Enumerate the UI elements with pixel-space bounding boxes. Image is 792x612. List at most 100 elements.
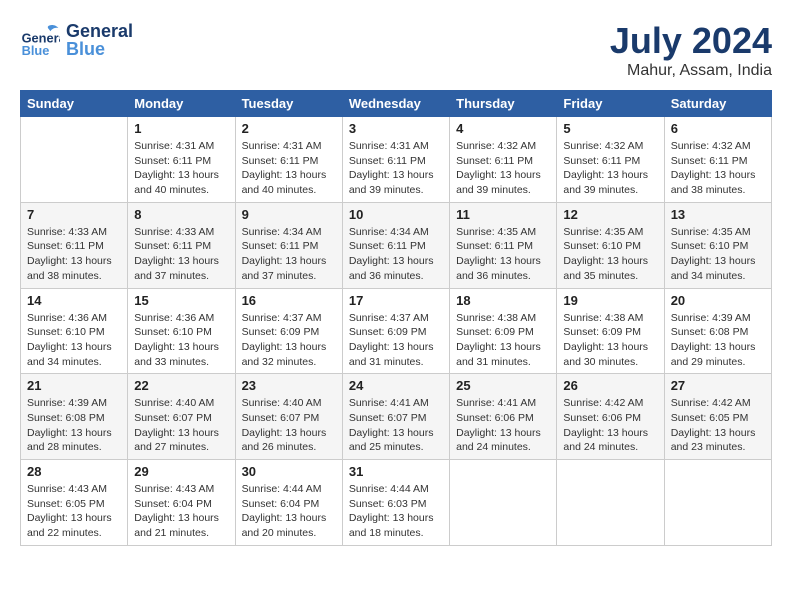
- day-info: Sunrise: 4:32 AM Sunset: 6:11 PM Dayligh…: [456, 139, 550, 198]
- day-info: Sunrise: 4:41 AM Sunset: 6:06 PM Dayligh…: [456, 396, 550, 455]
- calendar-cell: 4 Sunrise: 4:32 AM Sunset: 6:11 PM Daylig…: [450, 117, 557, 203]
- calendar-cell: 9 Sunrise: 4:34 AM Sunset: 6:11 PM Daylig…: [235, 202, 342, 288]
- day-number: 26: [563, 378, 657, 393]
- calendar-cell: 18 Sunrise: 4:38 AM Sunset: 6:09 PM Dayli…: [450, 288, 557, 374]
- logo-general: General: [66, 22, 133, 40]
- calendar-cell: 23 Sunrise: 4:40 AM Sunset: 6:07 PM Dayli…: [235, 374, 342, 460]
- day-number: 28: [27, 464, 121, 479]
- calendar-cell: 8 Sunrise: 4:33 AM Sunset: 6:11 PM Daylig…: [128, 202, 235, 288]
- day-number: 20: [671, 293, 765, 308]
- day-number: 29: [134, 464, 228, 479]
- calendar-cell: 22 Sunrise: 4:40 AM Sunset: 6:07 PM Dayli…: [128, 374, 235, 460]
- calendar-cell: [450, 460, 557, 546]
- calendar-week-3: 14Sunrise: 4:36 AM Sunset: 6:10 PM Dayli…: [21, 288, 772, 374]
- calendar-week-4: 21Sunrise: 4:39 AM Sunset: 6:08 PM Dayli…: [21, 374, 772, 460]
- day-info: Sunrise: 4:37 AM Sunset: 6:09 PM Dayligh…: [242, 311, 336, 370]
- day-info: Sunrise: 4:39 AM Sunset: 6:08 PM Dayligh…: [27, 396, 121, 455]
- calendar-cell: 30 Sunrise: 4:44 AM Sunset: 6:04 PM Dayli…: [235, 460, 342, 546]
- day-number: 14: [27, 293, 121, 308]
- day-header-tuesday: Tuesday: [235, 91, 342, 117]
- day-info: Sunrise: 4:40 AM Sunset: 6:07 PM Dayligh…: [242, 396, 336, 455]
- day-info: Sunrise: 4:38 AM Sunset: 6:09 PM Dayligh…: [563, 311, 657, 370]
- day-number: 10: [349, 207, 443, 222]
- logo-text: General Blue: [66, 22, 133, 58]
- day-header-wednesday: Wednesday: [342, 91, 449, 117]
- logo-blue: Blue: [66, 40, 133, 58]
- day-number: 18: [456, 293, 550, 308]
- day-info: Sunrise: 4:44 AM Sunset: 6:03 PM Dayligh…: [349, 482, 443, 541]
- calendar-cell: 2Sunrise: 4:31 AM Sunset: 6:11 PM Daylig…: [235, 117, 342, 203]
- day-number: 23: [242, 378, 336, 393]
- calendar-title: July 2024: [610, 20, 772, 62]
- day-number: 12: [563, 207, 657, 222]
- day-number: 25: [456, 378, 550, 393]
- calendar-cell: 10 Sunrise: 4:34 AM Sunset: 6:11 PM Dayli…: [342, 202, 449, 288]
- calendar-cell: 29 Sunrise: 4:43 AM Sunset: 6:04 PM Dayli…: [128, 460, 235, 546]
- calendar-cell: 11Sunrise: 4:35 AM Sunset: 6:11 PM Dayli…: [450, 202, 557, 288]
- day-info: Sunrise: 4:32 AM Sunset: 6:11 PM Dayligh…: [563, 139, 657, 198]
- calendar-cell: 13 Sunrise: 4:35 AM Sunset: 6:10 PM Dayli…: [664, 202, 771, 288]
- day-header-friday: Friday: [557, 91, 664, 117]
- page-header: General Blue General Blue July 2024 Mahu…: [20, 20, 772, 80]
- calendar-cell: 6 Sunrise: 4:32 AM Sunset: 6:11 PM Daylig…: [664, 117, 771, 203]
- day-info: Sunrise: 4:41 AM Sunset: 6:07 PM Dayligh…: [349, 396, 443, 455]
- day-info: Sunrise: 4:44 AM Sunset: 6:04 PM Dayligh…: [242, 482, 336, 541]
- calendar-cell: 12Sunrise: 4:35 AM Sunset: 6:10 PM Dayli…: [557, 202, 664, 288]
- calendar-week-1: 1Sunrise: 4:31 AM Sunset: 6:11 PM Daylig…: [21, 117, 772, 203]
- day-info: Sunrise: 4:42 AM Sunset: 6:05 PM Dayligh…: [671, 396, 765, 455]
- day-info: Sunrise: 4:34 AM Sunset: 6:11 PM Dayligh…: [242, 225, 336, 284]
- calendar-cell: 21Sunrise: 4:39 AM Sunset: 6:08 PM Dayli…: [21, 374, 128, 460]
- calendar-cell: 31 Sunrise: 4:44 AM Sunset: 6:03 PM Dayli…: [342, 460, 449, 546]
- day-number: 31: [349, 464, 443, 479]
- day-header-sunday: Sunday: [21, 91, 128, 117]
- day-number: 24: [349, 378, 443, 393]
- calendar-cell: 7 Sunrise: 4:33 AM Sunset: 6:11 PM Daylig…: [21, 202, 128, 288]
- day-number: 15: [134, 293, 228, 308]
- day-number: 4: [456, 121, 550, 136]
- calendar-cell: 28Sunrise: 4:43 AM Sunset: 6:05 PM Dayli…: [21, 460, 128, 546]
- svg-text:Blue: Blue: [22, 43, 50, 58]
- day-header-saturday: Saturday: [664, 91, 771, 117]
- day-number: 30: [242, 464, 336, 479]
- day-number: 19: [563, 293, 657, 308]
- day-info: Sunrise: 4:43 AM Sunset: 6:04 PM Dayligh…: [134, 482, 228, 541]
- day-info: Sunrise: 4:34 AM Sunset: 6:11 PM Dayligh…: [349, 225, 443, 284]
- calendar-cell: 14Sunrise: 4:36 AM Sunset: 6:10 PM Dayli…: [21, 288, 128, 374]
- calendar-cell: [664, 460, 771, 546]
- day-number: 27: [671, 378, 765, 393]
- day-number: 3: [349, 121, 443, 136]
- day-info: Sunrise: 4:42 AM Sunset: 6:06 PM Dayligh…: [563, 396, 657, 455]
- calendar-cell: 26 Sunrise: 4:42 AM Sunset: 6:06 PM Dayli…: [557, 374, 664, 460]
- calendar-week-2: 7 Sunrise: 4:33 AM Sunset: 6:11 PM Daylig…: [21, 202, 772, 288]
- day-number: 6: [671, 121, 765, 136]
- day-header-monday: Monday: [128, 91, 235, 117]
- day-info: Sunrise: 4:37 AM Sunset: 6:09 PM Dayligh…: [349, 311, 443, 370]
- calendar-cell: 3 Sunrise: 4:31 AM Sunset: 6:11 PM Daylig…: [342, 117, 449, 203]
- calendar-cell: 24 Sunrise: 4:41 AM Sunset: 6:07 PM Dayli…: [342, 374, 449, 460]
- calendar-cell: 16Sunrise: 4:37 AM Sunset: 6:09 PM Dayli…: [235, 288, 342, 374]
- day-info: Sunrise: 4:32 AM Sunset: 6:11 PM Dayligh…: [671, 139, 765, 198]
- day-number: 5: [563, 121, 657, 136]
- day-info: Sunrise: 4:33 AM Sunset: 6:11 PM Dayligh…: [27, 225, 121, 284]
- day-number: 22: [134, 378, 228, 393]
- calendar-cell: 20Sunrise: 4:39 AM Sunset: 6:08 PM Dayli…: [664, 288, 771, 374]
- day-number: 13: [671, 207, 765, 222]
- day-info: Sunrise: 4:31 AM Sunset: 6:11 PM Dayligh…: [242, 139, 336, 198]
- calendar-cell: 17Sunrise: 4:37 AM Sunset: 6:09 PM Dayli…: [342, 288, 449, 374]
- calendar-cell: [557, 460, 664, 546]
- day-info: Sunrise: 4:38 AM Sunset: 6:09 PM Dayligh…: [456, 311, 550, 370]
- day-info: Sunrise: 4:35 AM Sunset: 6:10 PM Dayligh…: [671, 225, 765, 284]
- logo-icon: General Blue: [20, 20, 60, 60]
- logo: General Blue General Blue: [20, 20, 133, 60]
- day-info: Sunrise: 4:33 AM Sunset: 6:11 PM Dayligh…: [134, 225, 228, 284]
- day-number: 7: [27, 207, 121, 222]
- calendar-table: SundayMondayTuesdayWednesdayThursdayFrid…: [20, 90, 772, 546]
- calendar-cell: 1Sunrise: 4:31 AM Sunset: 6:11 PM Daylig…: [128, 117, 235, 203]
- day-info: Sunrise: 4:40 AM Sunset: 6:07 PM Dayligh…: [134, 396, 228, 455]
- day-number: 11: [456, 207, 550, 222]
- calendar-week-5: 28Sunrise: 4:43 AM Sunset: 6:05 PM Dayli…: [21, 460, 772, 546]
- day-header-row: SundayMondayTuesdayWednesdayThursdayFrid…: [21, 91, 772, 117]
- day-number: 8: [134, 207, 228, 222]
- day-number: 9: [242, 207, 336, 222]
- day-info: Sunrise: 4:31 AM Sunset: 6:11 PM Dayligh…: [349, 139, 443, 198]
